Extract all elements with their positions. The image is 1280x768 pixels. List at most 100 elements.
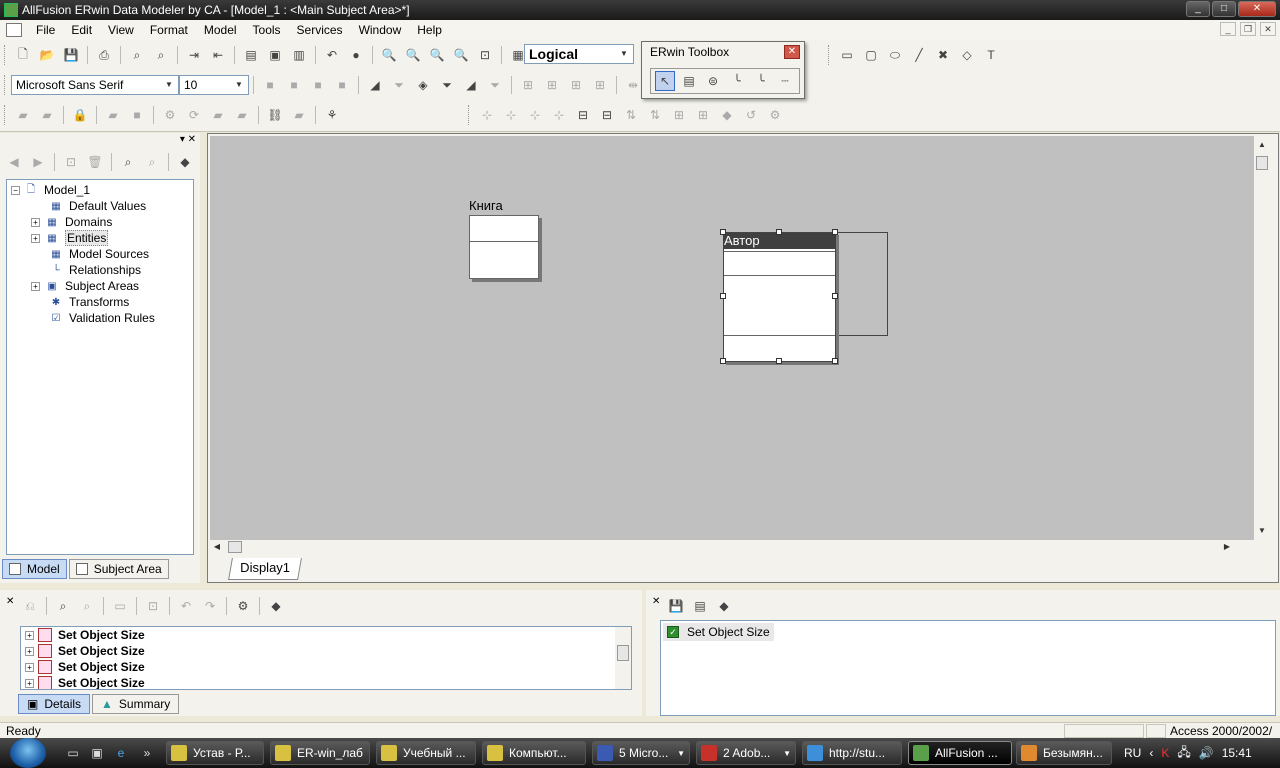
italic-icon[interactable]: ■ [284,75,304,95]
tab-subject-area[interactable]: Subject Area [68,559,169,579]
resize-handle[interactable] [776,229,782,235]
transform-icon-9[interactable]: ⊞ [669,105,689,125]
refresh-icon[interactable]: ⟳ [184,105,204,125]
expand-icon[interactable]: + [31,281,40,291]
report-icon[interactable]: ▤ [241,45,261,65]
entity-author[interactable] [723,232,836,362]
print-icon[interactable]: ⎙ [94,45,114,65]
expand-icon[interactable]: + [31,217,40,227]
menu-edit[interactable]: Edit [63,20,100,40]
subject-area-icon[interactable]: ▥ [289,45,309,65]
back-icon[interactable]: ◀ [4,152,24,172]
mdi-restore-button[interactable]: ❐ [1240,22,1256,36]
mdi-minimize-button[interactable]: _ [1220,22,1236,36]
space-across-icon[interactable]: ⇹ [623,75,643,95]
font-name-select[interactable]: Microsoft Sans Serif ▼ [11,75,179,95]
tab-summary[interactable]: ▲ Summary [92,694,180,714]
export-icon[interactable]: ⇤ [208,45,228,65]
tree-item-validation-rules[interactable]: ☑ Validation Rules [49,310,155,326]
collapse-icon[interactable]: − [11,185,20,195]
zoom-normal-icon[interactable]: 🔍 [427,45,447,65]
tree-item-relationships[interactable]: └ Relationships [49,262,141,278]
list-item[interactable]: + Set Object Size [21,627,631,643]
expand-icon[interactable]: + [25,646,34,656]
strikeout-icon[interactable]: ■ [332,75,352,95]
resize-handle[interactable] [832,229,838,235]
find-next-icon[interactable]: ⌕ [77,596,97,616]
tab-details[interactable]: ▣ Details [18,694,91,714]
erwin-toolbox[interactable]: ERwin Toolbox ✕ ↖ ▤ ⊜ ╰ ╰ ┈ [641,41,805,99]
transform-icon-11[interactable]: ◆ [717,105,737,125]
transform-icon-2[interactable]: ⊹ [501,105,521,125]
task-button[interactable]: Компьют... [482,741,586,765]
settings-icon[interactable]: ⚙ [233,596,253,616]
find-icon[interactable]: ⌕ [118,152,138,172]
panel-close-icon[interactable]: ✕ [652,596,660,607]
subtype-tool-icon[interactable]: ⊜ [703,71,723,91]
toolbar-grip[interactable] [828,45,831,65]
save-icon[interactable]: 💾 [61,45,81,65]
many-to-many-relationship-icon[interactable]: ╰ [751,71,771,91]
forward-icon[interactable]: ▶ [28,152,48,172]
scroll-thumb[interactable] [617,645,629,661]
resize-handle[interactable] [720,229,726,235]
toolbox-close-button[interactable]: ✕ [784,45,800,59]
align-center-icon[interactable]: ⊞ [542,75,562,95]
toolbox-title[interactable]: ERwin Toolbox [642,42,804,62]
mart-icon-5[interactable]: ▰ [232,105,252,125]
find-icon[interactable]: ⌕ [127,45,147,65]
properties-icon[interactable]: ⊡ [143,596,163,616]
mart-icon-3[interactable]: ⚙ [160,105,180,125]
list-item[interactable]: + Set Object Size [21,675,631,689]
expand-icon[interactable]: + [25,678,34,688]
mart-icon-1[interactable]: ▰ [103,105,123,125]
resize-handle[interactable] [720,358,726,364]
tree-item-transforms[interactable]: ✱ Transforms [49,294,129,310]
task-button[interactable]: http://stu... [802,741,902,765]
mart-icon-6[interactable]: ▰ [289,105,309,125]
model-icon[interactable]: ◆ [266,596,286,616]
mart-icon-4[interactable]: ▰ [208,105,228,125]
zoom-out-icon[interactable]: 🔍 [403,45,423,65]
redo-icon[interactable]: ↷ [200,596,220,616]
dropdown-arrow-icon[interactable]: ⏷ [485,75,505,95]
network-icon[interactable]: 🖧 [1177,743,1190,764]
transform-icon-1[interactable]: ⊹ [477,105,497,125]
language-indicator[interactable]: RU [1124,746,1141,760]
mdi-close-button[interactable]: ✕ [1260,22,1276,36]
transform-icon-3[interactable]: ⊹ [525,105,545,125]
menu-file[interactable]: File [28,20,63,40]
window-switch-icon[interactable]: ▣ [88,744,106,762]
recursive-relationship-line[interactable] [836,232,888,336]
save-icon[interactable]: 💾 [666,596,686,616]
document-icon[interactable] [6,23,22,37]
import-icon[interactable]: ⇥ [184,45,204,65]
align-top-icon[interactable]: ⊞ [590,75,610,95]
task-button[interactable]: Учебный ... [376,741,476,765]
list-item[interactable]: + Set Object Size [21,643,631,659]
delete-icon[interactable]: 🗑 [85,152,105,172]
tree-item-subject-areas[interactable]: + ▣ Subject Areas [31,278,139,294]
transform-icon-4[interactable]: ⊹ [549,105,569,125]
toolbar-grip[interactable] [4,45,7,65]
tray-expand-icon[interactable]: ‹ [1149,746,1153,760]
entity-name[interactable]: Книга [469,198,503,213]
minimize-button[interactable]: _ [1186,1,1210,17]
toolbar-grip[interactable] [4,105,7,125]
scroll-left-icon[interactable]: ◀ [210,540,224,554]
tree-item-entities[interactable]: + ▦ Entities [31,230,109,246]
font-size-select[interactable]: 10 ▼ [179,75,249,95]
expand-icon[interactable]: + [31,233,40,243]
menu-view[interactable]: View [100,20,142,40]
find-next-icon[interactable]: ⌕ [142,152,162,172]
tree-item-default-values[interactable]: ▦ Default Values [49,198,146,214]
scroll-down-icon[interactable]: ▼ [1254,524,1270,538]
menu-model[interactable]: Model [196,20,245,40]
scroll-right-icon[interactable]: ▶ [1220,540,1234,554]
tab-display1[interactable]: Display1 [228,558,302,580]
model-icon[interactable]: ◆ [175,152,195,172]
transform-icon-8[interactable]: ⇅ [645,105,665,125]
expand-icon[interactable]: + [25,662,34,672]
text-icon[interactable]: T [981,45,1001,65]
complete-compare-icon[interactable]: ● [346,45,366,65]
